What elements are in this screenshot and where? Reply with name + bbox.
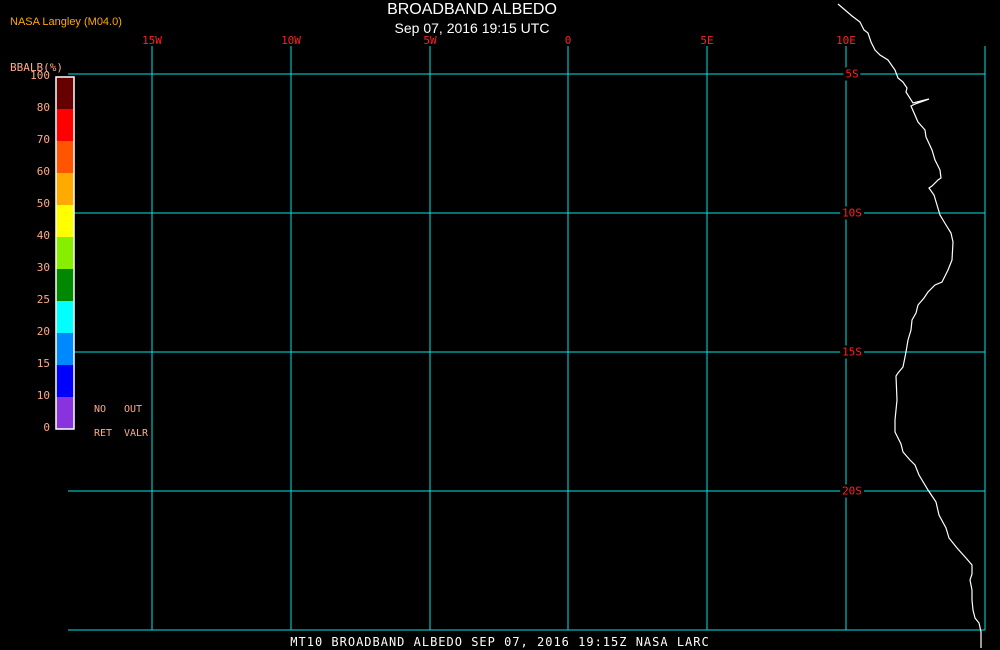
colorbar-segment (56, 397, 74, 429)
out-range-note: OUT (124, 404, 143, 415)
longitude-label: 10E (836, 34, 856, 47)
map-title: BROADBAND ALBEDO (387, 1, 557, 18)
longitude-label: 5E (700, 34, 714, 47)
colorbar-segment (56, 333, 74, 365)
colorbar-tick-label: 100 (30, 69, 50, 82)
latitude-label: 5S (843, 67, 861, 81)
coastline (837, 3, 982, 648)
latitude-label: 10S (840, 206, 864, 220)
colorbar-segment (56, 77, 74, 109)
colorbar-segment (56, 205, 74, 237)
footer-caption: MT10 BROADBAND ALBEDO SEP 07, 2016 19:15… (290, 635, 710, 649)
colorbar-segment (56, 173, 74, 205)
colorbar-tick-label: 20 (36, 325, 50, 338)
colorbar-tick-label: 30 (36, 261, 50, 274)
colorbar-segment (56, 109, 74, 141)
longitude-label: 5W (423, 34, 437, 47)
colorbar-tick-label: 10 (36, 389, 50, 402)
colorbar-segment (56, 237, 74, 269)
colorbar-segment (56, 365, 74, 397)
colorbar-tick-label: 50 (36, 197, 50, 210)
latitude-label: 20S (840, 484, 864, 498)
colorbar-tick-label: 80 (36, 101, 50, 114)
colorbar-segment (56, 269, 74, 301)
colorbar-tick-label: 25 (36, 293, 50, 306)
colorbar-tick-label: 60 (36, 165, 50, 178)
longitude-label: 0 (564, 34, 572, 47)
out-range-note-2: VALR (124, 428, 149, 439)
no-data-note: NO (94, 404, 107, 415)
latitude-label: 15S (840, 345, 864, 359)
colorbar-tick-label: 40 (36, 229, 50, 242)
longitude-label: 10W (281, 34, 301, 47)
colorbar-tick-label: 15 (36, 357, 50, 370)
colorbar-segment (56, 141, 74, 173)
colorbar-segment (56, 301, 74, 333)
no-data-note-2: RET (94, 428, 113, 439)
longitude-label: 15W (142, 34, 162, 47)
map-canvas (55, 3, 986, 648)
colorbar-tick-label: 0 (43, 421, 50, 434)
colorbar-tick-label: 70 (36, 133, 50, 146)
